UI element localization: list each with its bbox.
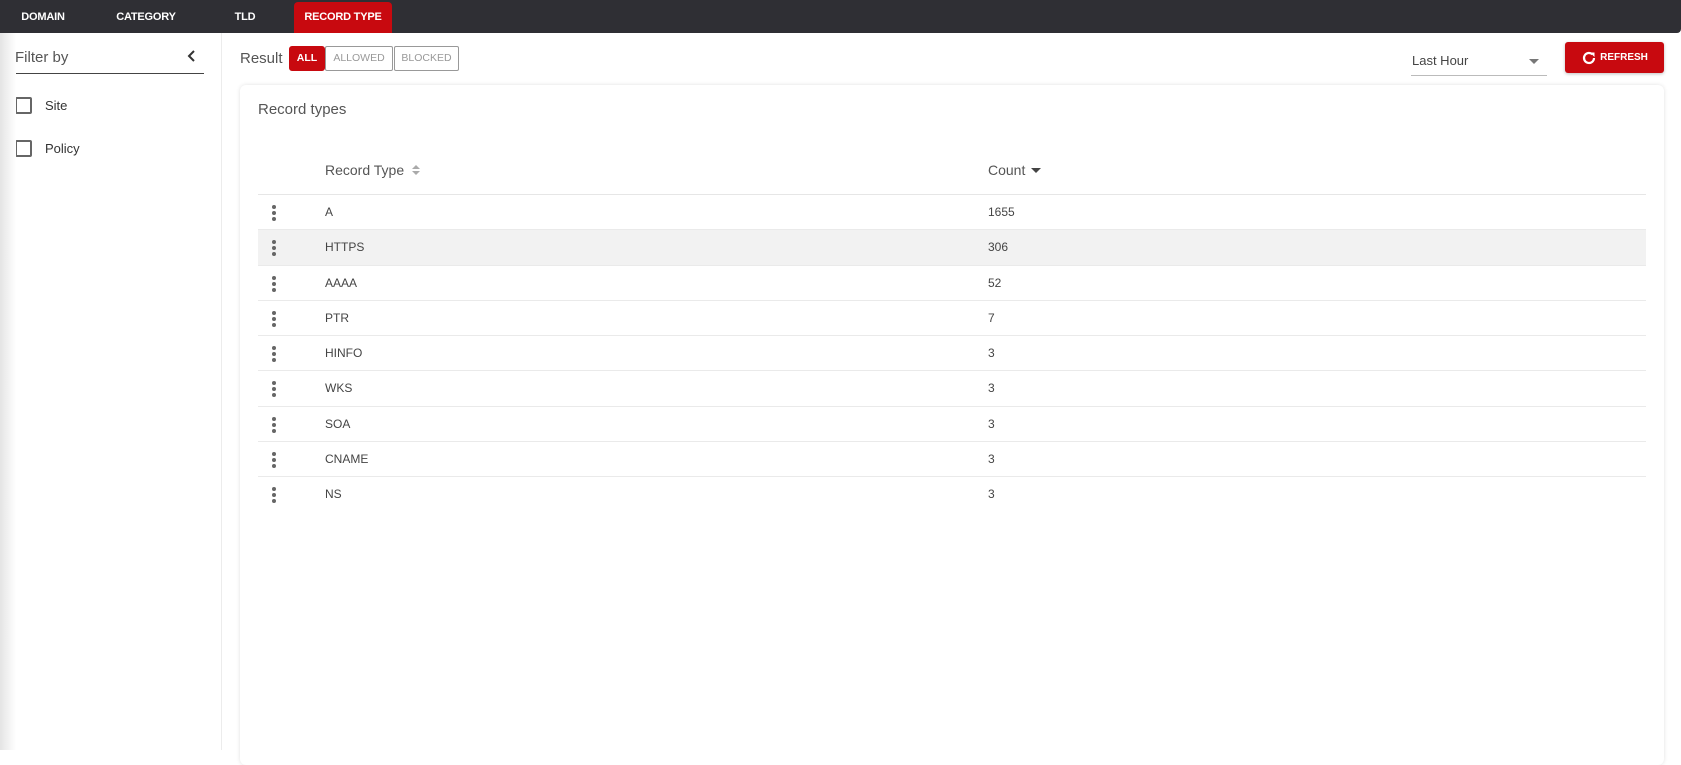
- count-cell: 3: [988, 452, 995, 466]
- row-menu-icon[interactable]: [271, 276, 277, 292]
- row-menu-icon[interactable]: [271, 311, 277, 327]
- table-body: A 1655 HTTPS 306 AAAA 52 PTR 7 HINFO 3 W…: [258, 195, 1646, 513]
- time-range-value: Last Hour: [1412, 53, 1468, 68]
- result-label: Result: [240, 50, 283, 67]
- table-row[interactable]: HINFO 3: [258, 336, 1646, 371]
- count-cell: 1655: [988, 205, 1015, 219]
- chevron-left-icon: [184, 47, 200, 65]
- table-row[interactable]: SOA 3: [258, 407, 1646, 442]
- row-menu-icon[interactable]: [271, 381, 277, 397]
- count-cell: 3: [988, 487, 995, 501]
- caret-down-icon: [1529, 59, 1539, 64]
- row-menu-icon[interactable]: [271, 487, 277, 503]
- table-row[interactable]: NS 3: [258, 477, 1646, 512]
- filter-by-label: Filter by: [15, 49, 68, 66]
- sort-both-icon: [409, 163, 423, 177]
- filter-site[interactable]: Site: [15, 94, 67, 116]
- column-record-type[interactable]: Record Type: [325, 162, 423, 178]
- count-cell: 52: [988, 276, 1001, 290]
- row-menu-icon[interactable]: [271, 346, 277, 362]
- policy-checkbox[interactable]: [15, 140, 32, 157]
- count-cell: 3: [988, 346, 995, 360]
- site-label: Site: [45, 98, 67, 113]
- sort-desc-icon: [1029, 163, 1043, 177]
- count-cell: 3: [988, 381, 995, 395]
- column-count-label: Count: [988, 162, 1025, 178]
- site-checkbox[interactable]: [15, 97, 32, 114]
- tab-category[interactable]: CATEGORY: [104, 2, 188, 33]
- record-type-cell: SOA: [325, 417, 350, 431]
- record-type-cell: HTTPS: [325, 240, 364, 254]
- table-row[interactable]: AAAA 52: [258, 266, 1646, 301]
- table-header: Record Type Count: [258, 145, 1646, 195]
- filter-by-header: Filter by: [15, 45, 204, 74]
- record-type-cell: NS: [325, 487, 342, 501]
- record-type-cell: WKS: [325, 381, 352, 395]
- refresh-label: REFRESH: [1600, 52, 1648, 63]
- row-menu-icon[interactable]: [271, 452, 277, 468]
- count-cell: 3: [988, 417, 995, 431]
- count-cell: 306: [988, 240, 1008, 254]
- record-types-table: Record Type Count A 1655 HTTPS 306 AAAA …: [258, 145, 1646, 513]
- count-cell: 7: [988, 311, 995, 325]
- record-type-cell: PTR: [325, 311, 349, 325]
- record-type-cell: CNAME: [325, 452, 368, 466]
- table-row[interactable]: PTR 7: [258, 301, 1646, 336]
- tab-tld[interactable]: TLD: [224, 2, 266, 33]
- refresh-icon: [1581, 50, 1597, 66]
- table-row[interactable]: A 1655: [258, 195, 1646, 230]
- table-row[interactable]: HTTPS 306: [258, 230, 1646, 265]
- record-type-cell: HINFO: [325, 346, 362, 360]
- collapse-sidebar-button[interactable]: [184, 47, 200, 65]
- top-nav: DOMAIN CATEGORY TLD RECORD TYPE: [0, 0, 1681, 33]
- table-row[interactable]: CNAME 3: [258, 442, 1646, 477]
- row-menu-icon[interactable]: [271, 240, 277, 256]
- tab-record-type[interactable]: RECORD TYPE: [294, 2, 392, 33]
- row-menu-icon[interactable]: [271, 205, 277, 221]
- card-title: Record types: [258, 101, 346, 118]
- filter-sidebar: Filter by Site Policy: [0, 33, 222, 750]
- column-record-type-label: Record Type: [325, 162, 404, 178]
- record-type-cell: A: [325, 205, 333, 219]
- record-type-cell: AAAA: [325, 276, 357, 290]
- policy-label: Policy: [45, 141, 80, 156]
- left-edge-shadow: [0, 33, 16, 750]
- table-row[interactable]: WKS 3: [258, 371, 1646, 406]
- result-blocked-button[interactable]: BLOCKED: [394, 46, 459, 71]
- column-count[interactable]: Count: [988, 162, 1043, 178]
- result-allowed-button[interactable]: ALLOWED: [325, 46, 393, 71]
- result-all-button[interactable]: ALL: [289, 46, 325, 71]
- row-menu-icon[interactable]: [271, 417, 277, 433]
- record-types-card: Record types Record Type Count A 1655 HT…: [240, 85, 1664, 765]
- filter-policy[interactable]: Policy: [15, 137, 80, 159]
- refresh-button[interactable]: REFRESH: [1565, 42, 1664, 73]
- time-range-select[interactable]: Last Hour: [1411, 48, 1547, 76]
- tab-domain[interactable]: DOMAIN: [10, 2, 76, 33]
